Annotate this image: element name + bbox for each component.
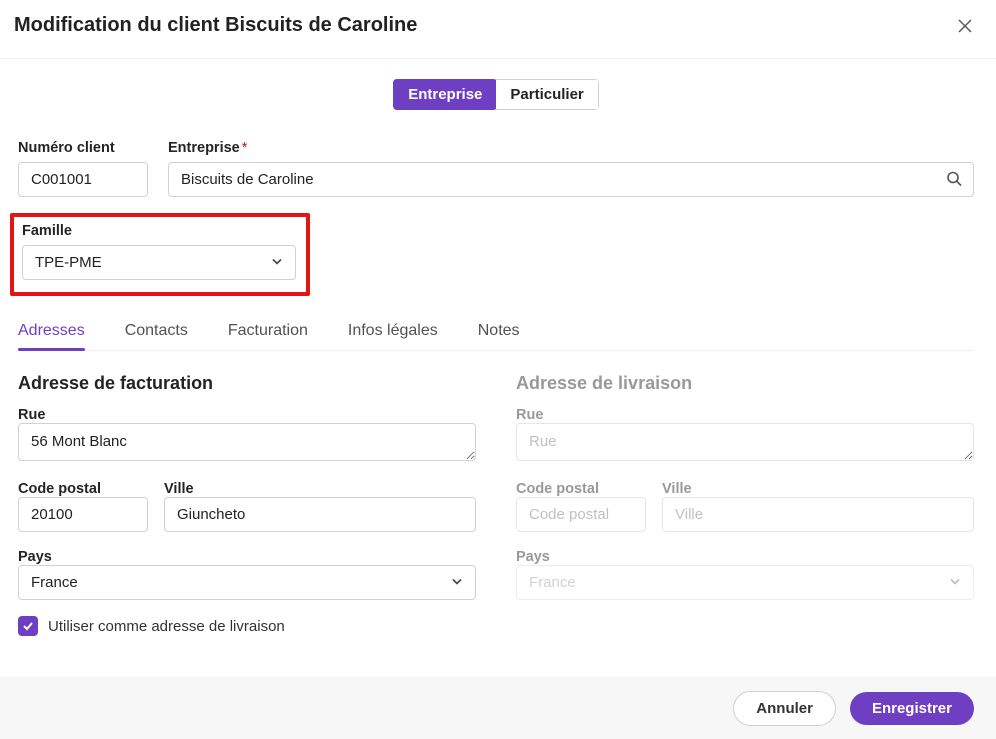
billing-rue-input[interactable]: 56 Mont Blanc bbox=[18, 423, 476, 461]
tab-adresses[interactable]: Adresses bbox=[18, 318, 85, 350]
dialog-title: Modification du client Biscuits de Carol… bbox=[14, 14, 417, 37]
save-button[interactable]: Enregistrer bbox=[850, 692, 974, 725]
tab-notes[interactable]: Notes bbox=[478, 318, 520, 350]
cancel-button[interactable]: Annuler bbox=[733, 691, 836, 726]
entreprise-input[interactable] bbox=[168, 162, 974, 197]
billing-postal-label: Code postal bbox=[18, 481, 101, 497]
required-star: * bbox=[242, 140, 248, 156]
tab-infos-legales[interactable]: Infos légales bbox=[348, 318, 438, 350]
billing-ville-label: Ville bbox=[164, 481, 194, 497]
shipping-postal-input bbox=[516, 497, 646, 532]
use-as-shipping-label: Utiliser comme adresse de livraison bbox=[48, 618, 285, 635]
billing-ville-input[interactable] bbox=[164, 497, 476, 532]
close-icon bbox=[958, 17, 972, 37]
billing-postal-input[interactable] bbox=[18, 497, 148, 532]
shipping-rue-input bbox=[516, 423, 974, 461]
shipping-ville-input bbox=[662, 497, 974, 532]
billing-title: Adresse de facturation bbox=[18, 373, 476, 394]
shipping-pays-label: Pays bbox=[516, 549, 550, 565]
dialog-footer: Annuler Enregistrer bbox=[0, 677, 996, 739]
shipping-postal-label: Code postal bbox=[516, 481, 599, 497]
use-as-shipping-checkbox[interactable] bbox=[18, 616, 38, 636]
billing-pays-select[interactable]: France bbox=[18, 565, 476, 600]
client-type-toggle: Entreprise Particulier bbox=[393, 79, 599, 110]
numero-client-input[interactable] bbox=[18, 162, 148, 197]
famille-select[interactable]: TPE-PME bbox=[22, 245, 296, 280]
billing-rue-label: Rue bbox=[18, 407, 45, 423]
toggle-particulier[interactable]: Particulier bbox=[496, 80, 597, 109]
toggle-entreprise[interactable]: Entreprise bbox=[393, 79, 497, 110]
numero-client-label: Numéro client bbox=[18, 140, 148, 156]
famille-label: Famille bbox=[22, 223, 296, 239]
shipping-rue-label: Rue bbox=[516, 407, 543, 423]
close-button[interactable] bbox=[954, 14, 976, 40]
dialog-body[interactable]: Entreprise Particulier Numéro client Ent… bbox=[0, 59, 996, 678]
tab-contacts[interactable]: Contacts bbox=[125, 318, 188, 350]
entreprise-label: Entreprise* bbox=[168, 140, 974, 156]
tab-facturation[interactable]: Facturation bbox=[228, 318, 308, 350]
famille-highlight: Famille TPE-PME bbox=[10, 213, 310, 296]
billing-pays-label: Pays bbox=[18, 549, 52, 565]
tabs: Adresses Contacts Facturation Infos léga… bbox=[18, 318, 974, 351]
shipping-ville-label: Ville bbox=[662, 481, 692, 497]
shipping-title: Adresse de livraison bbox=[516, 373, 974, 394]
shipping-pays-select: France bbox=[516, 565, 974, 600]
